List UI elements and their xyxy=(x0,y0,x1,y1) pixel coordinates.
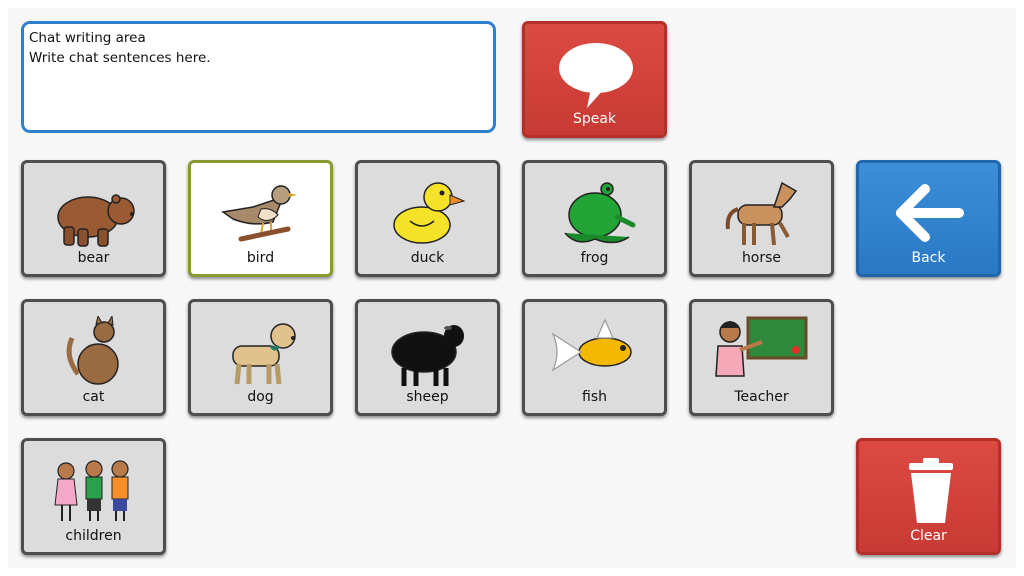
dog-icon xyxy=(232,323,296,385)
cat-icon xyxy=(66,316,119,385)
symbol-label: cat xyxy=(82,389,105,405)
back-button[interactable]: Back xyxy=(856,160,1001,277)
teacher-icon xyxy=(715,316,808,377)
chat-writing-area[interactable]: Chat writing area Write chat sentences h… xyxy=(21,21,496,133)
symbol-label: bird xyxy=(246,250,275,266)
sheep-icon xyxy=(391,325,464,386)
bird-icon xyxy=(221,185,297,242)
symbol-label: fish xyxy=(582,389,607,405)
symbol-label: dog xyxy=(247,389,274,405)
symbol-teacher[interactable]: Teacher xyxy=(689,299,834,416)
frog-icon xyxy=(564,182,636,244)
symbol-sheep[interactable]: sheep xyxy=(355,299,500,416)
symbol-dog[interactable]: dog xyxy=(188,299,333,416)
symbol-bear[interactable]: bear xyxy=(21,160,166,277)
fish-icon xyxy=(551,318,632,372)
symbol-label: sheep xyxy=(406,389,449,405)
chat-title: Chat writing area xyxy=(29,30,146,46)
back-label: Back xyxy=(911,250,946,266)
arrow-left-icon xyxy=(896,184,964,242)
bear-icon xyxy=(57,194,135,247)
symbol-children[interactable]: children xyxy=(21,438,166,555)
clear-button[interactable]: Clear xyxy=(856,438,1001,555)
duck-icon xyxy=(393,182,466,244)
clear-label: Clear xyxy=(910,528,947,544)
symbol-label: children xyxy=(65,528,122,544)
speech-bubble-icon xyxy=(559,43,633,108)
symbol-label: bear xyxy=(77,250,110,266)
symbol-frog[interactable]: frog xyxy=(522,160,667,277)
chat-placeholder: Write chat sentences here. xyxy=(29,50,211,66)
symbol-label: Teacher xyxy=(734,389,789,405)
symbol-label: frog xyxy=(580,250,609,266)
symbol-horse[interactable]: horse xyxy=(689,160,834,277)
speak-button[interactable]: Speak xyxy=(522,21,667,138)
symbol-label: duck xyxy=(410,250,445,266)
horse-icon xyxy=(725,181,798,246)
speak-label: Speak xyxy=(572,111,617,127)
children-icon xyxy=(54,460,129,521)
symbol-fish[interactable]: fish xyxy=(522,299,667,416)
symbol-duck[interactable]: duck xyxy=(355,160,500,277)
symbol-label: horse xyxy=(741,250,782,266)
symbol-bird[interactable]: bird xyxy=(188,160,333,277)
trash-icon xyxy=(909,458,953,523)
symbol-cat[interactable]: cat xyxy=(21,299,166,416)
